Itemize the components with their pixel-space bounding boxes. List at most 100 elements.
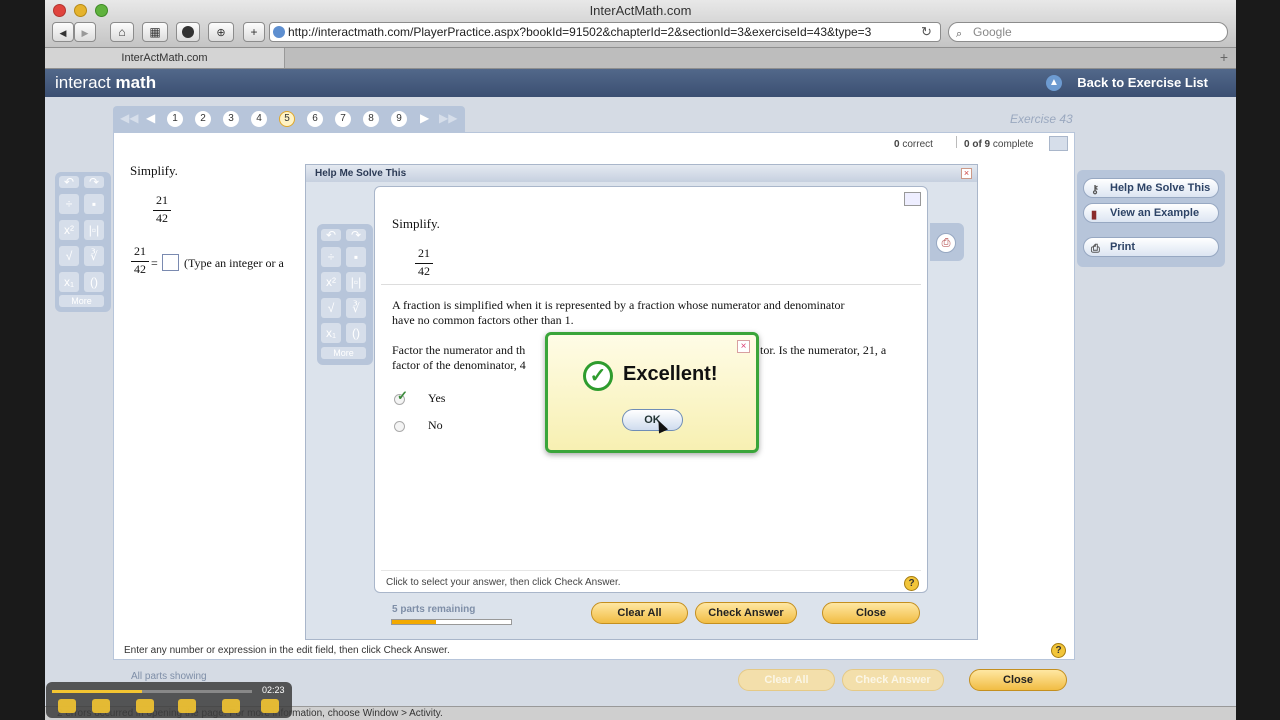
dialog-nth-root-icon[interactable]: ∛: [346, 298, 366, 318]
option-yes-label[interactable]: Yes: [428, 391, 445, 406]
absolute-value-icon[interactable]: |▫|: [84, 220, 104, 240]
question-number-4[interactable]: 4: [251, 111, 267, 127]
dialog-print-icon[interactable]: ⎙: [936, 233, 956, 253]
next-question-icon[interactable]: ▶: [420, 111, 429, 125]
question-number-1[interactable]: 1: [167, 111, 183, 127]
question-number-6[interactable]: 6: [307, 111, 323, 127]
dialog-square-root-icon[interactable]: √: [321, 298, 341, 318]
dialog-close-icon[interactable]: ×: [961, 168, 972, 179]
help-me-solve-button[interactable]: ⚷ Help Me Solve This: [1083, 178, 1219, 198]
help-icon[interactable]: ?: [1051, 643, 1066, 658]
question-instruction: Simplify.: [130, 163, 178, 178]
question-number-9[interactable]: 9: [391, 111, 407, 127]
dialog-subscript-icon[interactable]: x₁: [321, 323, 341, 343]
parts-remaining-text: 5 parts remaining: [392, 604, 476, 615]
question-number-5[interactable]: 5: [279, 111, 295, 127]
browser-toolbar: InterActMath.com ◀ ▶ ⌂ ▦ ⊕ + http://inte…: [45, 0, 1236, 48]
forward-arrow-icon: ▶: [81, 28, 89, 38]
question-navigator: ◀◀ ◀ 123456789 ▶ ▶▶: [113, 106, 465, 132]
dialog-denominator: 42: [415, 263, 433, 279]
exponent-icon[interactable]: x²: [59, 220, 79, 240]
back-to-exercise-list-link[interactable]: Back to Exercise List: [1077, 75, 1208, 90]
main-check-answer-button[interactable]: Check Answer: [842, 669, 944, 691]
dialog-numerator: 21: [418, 246, 430, 260]
player-undo-icon[interactable]: [222, 699, 240, 713]
dialog-fraction-icon[interactable]: ÷: [321, 247, 341, 267]
globe-icon: [273, 26, 285, 38]
dialog-mixed-number-icon[interactable]: ▪: [346, 247, 366, 267]
print-button[interactable]: ⎙ Print: [1083, 237, 1219, 257]
expand-panel-icon[interactable]: [1049, 136, 1068, 151]
redo-icon[interactable]: ↷: [84, 176, 104, 188]
url-text: http://interactmath.com/PlayerPractice.a…: [288, 25, 872, 39]
dialog-check-answer-button[interactable]: Check Answer: [695, 602, 797, 624]
dialog-clear-all-button[interactable]: Clear All: [591, 602, 688, 624]
dialog-absolute-value-icon[interactable]: |▫|: [346, 272, 366, 292]
player-mic-icon[interactable]: [178, 699, 196, 713]
question-number-2[interactable]: 2: [195, 111, 211, 127]
excellent-feedback-modal: × ✓ Excellent! OK: [545, 332, 759, 453]
modal-close-icon[interactable]: ×: [737, 340, 750, 353]
nth-root-icon[interactable]: ∛: [84, 246, 104, 266]
main-close-button[interactable]: Close: [969, 669, 1067, 691]
dialog-redo-icon[interactable]: ↷: [346, 229, 366, 241]
answer-input[interactable]: [162, 254, 179, 271]
tab-interactmath[interactable]: InterActMath.com: [45, 48, 285, 68]
dialog-undo-icon[interactable]: ↶: [321, 229, 341, 241]
dialog-close-button[interactable]: Close: [822, 602, 920, 624]
top-sites-button[interactable]: ▦: [142, 22, 168, 42]
subscript-icon[interactable]: x₁: [59, 272, 79, 292]
more-tools-button[interactable]: More: [59, 295, 104, 307]
main-clear-all-button[interactable]: Clear All: [738, 669, 835, 691]
modal-ok-button[interactable]: OK: [622, 409, 683, 431]
success-check-icon: ✓: [583, 361, 613, 391]
question-number-3[interactable]: 3: [223, 111, 239, 127]
back-button[interactable]: ◀: [52, 22, 74, 42]
history-button[interactable]: [176, 22, 200, 42]
mixed-number-icon[interactable]: ▪: [84, 194, 104, 214]
checkmark-icon: ✓: [397, 388, 408, 403]
player-close-icon[interactable]: [261, 699, 279, 713]
section-divider: [381, 284, 921, 285]
home-button[interactable]: ⌂: [110, 22, 134, 42]
undo-icon[interactable]: ↶: [59, 176, 79, 188]
bookmark-add-icon: ⊕: [216, 27, 226, 39]
search-input[interactable]: ⌕ Google: [948, 22, 1228, 42]
dialog-fraction: 21 42: [415, 246, 433, 279]
dialog-help-icon[interactable]: ?: [904, 576, 919, 591]
add-bookmark-button[interactable]: +: [243, 22, 265, 42]
correct-count: 0: [894, 139, 900, 150]
expand-icon[interactable]: [904, 192, 921, 206]
fraction-icon[interactable]: ÷: [59, 194, 79, 214]
main-hint-text: Enter any number or expression in the ed…: [124, 645, 450, 656]
option-no-label[interactable]: No: [428, 418, 443, 433]
step-question-right: tor. Is the numerator, 21, a: [760, 343, 887, 357]
complete-count: 0 of 9: [964, 139, 991, 150]
bookmark-button[interactable]: ⊕: [208, 22, 234, 42]
player-stop-icon[interactable]: [58, 699, 76, 713]
player-record-icon[interactable]: [136, 699, 154, 713]
question-number-7[interactable]: 7: [335, 111, 351, 127]
player-scrubber[interactable]: [52, 690, 252, 693]
browser-window: InterActMath.com ◀ ▶ ⌂ ▦ ⊕ + http://inte…: [45, 0, 1236, 720]
new-tab-button[interactable]: +: [1220, 49, 1228, 65]
reload-icon[interactable]: ↻: [921, 24, 932, 40]
answer-denominator: 42: [131, 261, 149, 277]
question-number-8[interactable]: 8: [363, 111, 379, 127]
option-no-radio[interactable]: [394, 421, 405, 432]
dialog-exponent-icon[interactable]: x²: [321, 272, 341, 292]
last-question-icon[interactable]: ▶▶: [439, 111, 457, 125]
dialog-more-tools-button[interactable]: More: [321, 347, 366, 359]
address-bar[interactable]: http://interactmath.com/PlayerPractice.a…: [269, 22, 941, 42]
previous-question-icon[interactable]: ◀: [146, 111, 155, 125]
player-pause-icon[interactable]: [92, 699, 110, 713]
dialog-parentheses-icon[interactable]: (): [346, 323, 366, 343]
help-tools-panel: ⚷ Help Me Solve This ▮ View an Example ⎙ Pr…: [1077, 170, 1225, 267]
question-fraction: 21 42: [153, 193, 171, 226]
square-root-icon[interactable]: √: [59, 246, 79, 266]
forward-button[interactable]: ▶: [74, 22, 96, 42]
back-circle-icon[interactable]: ▲: [1046, 75, 1062, 91]
parentheses-icon[interactable]: (): [84, 272, 104, 292]
view-example-button[interactable]: ▮ View an Example: [1083, 203, 1219, 223]
first-question-icon[interactable]: ◀◀: [120, 111, 138, 125]
